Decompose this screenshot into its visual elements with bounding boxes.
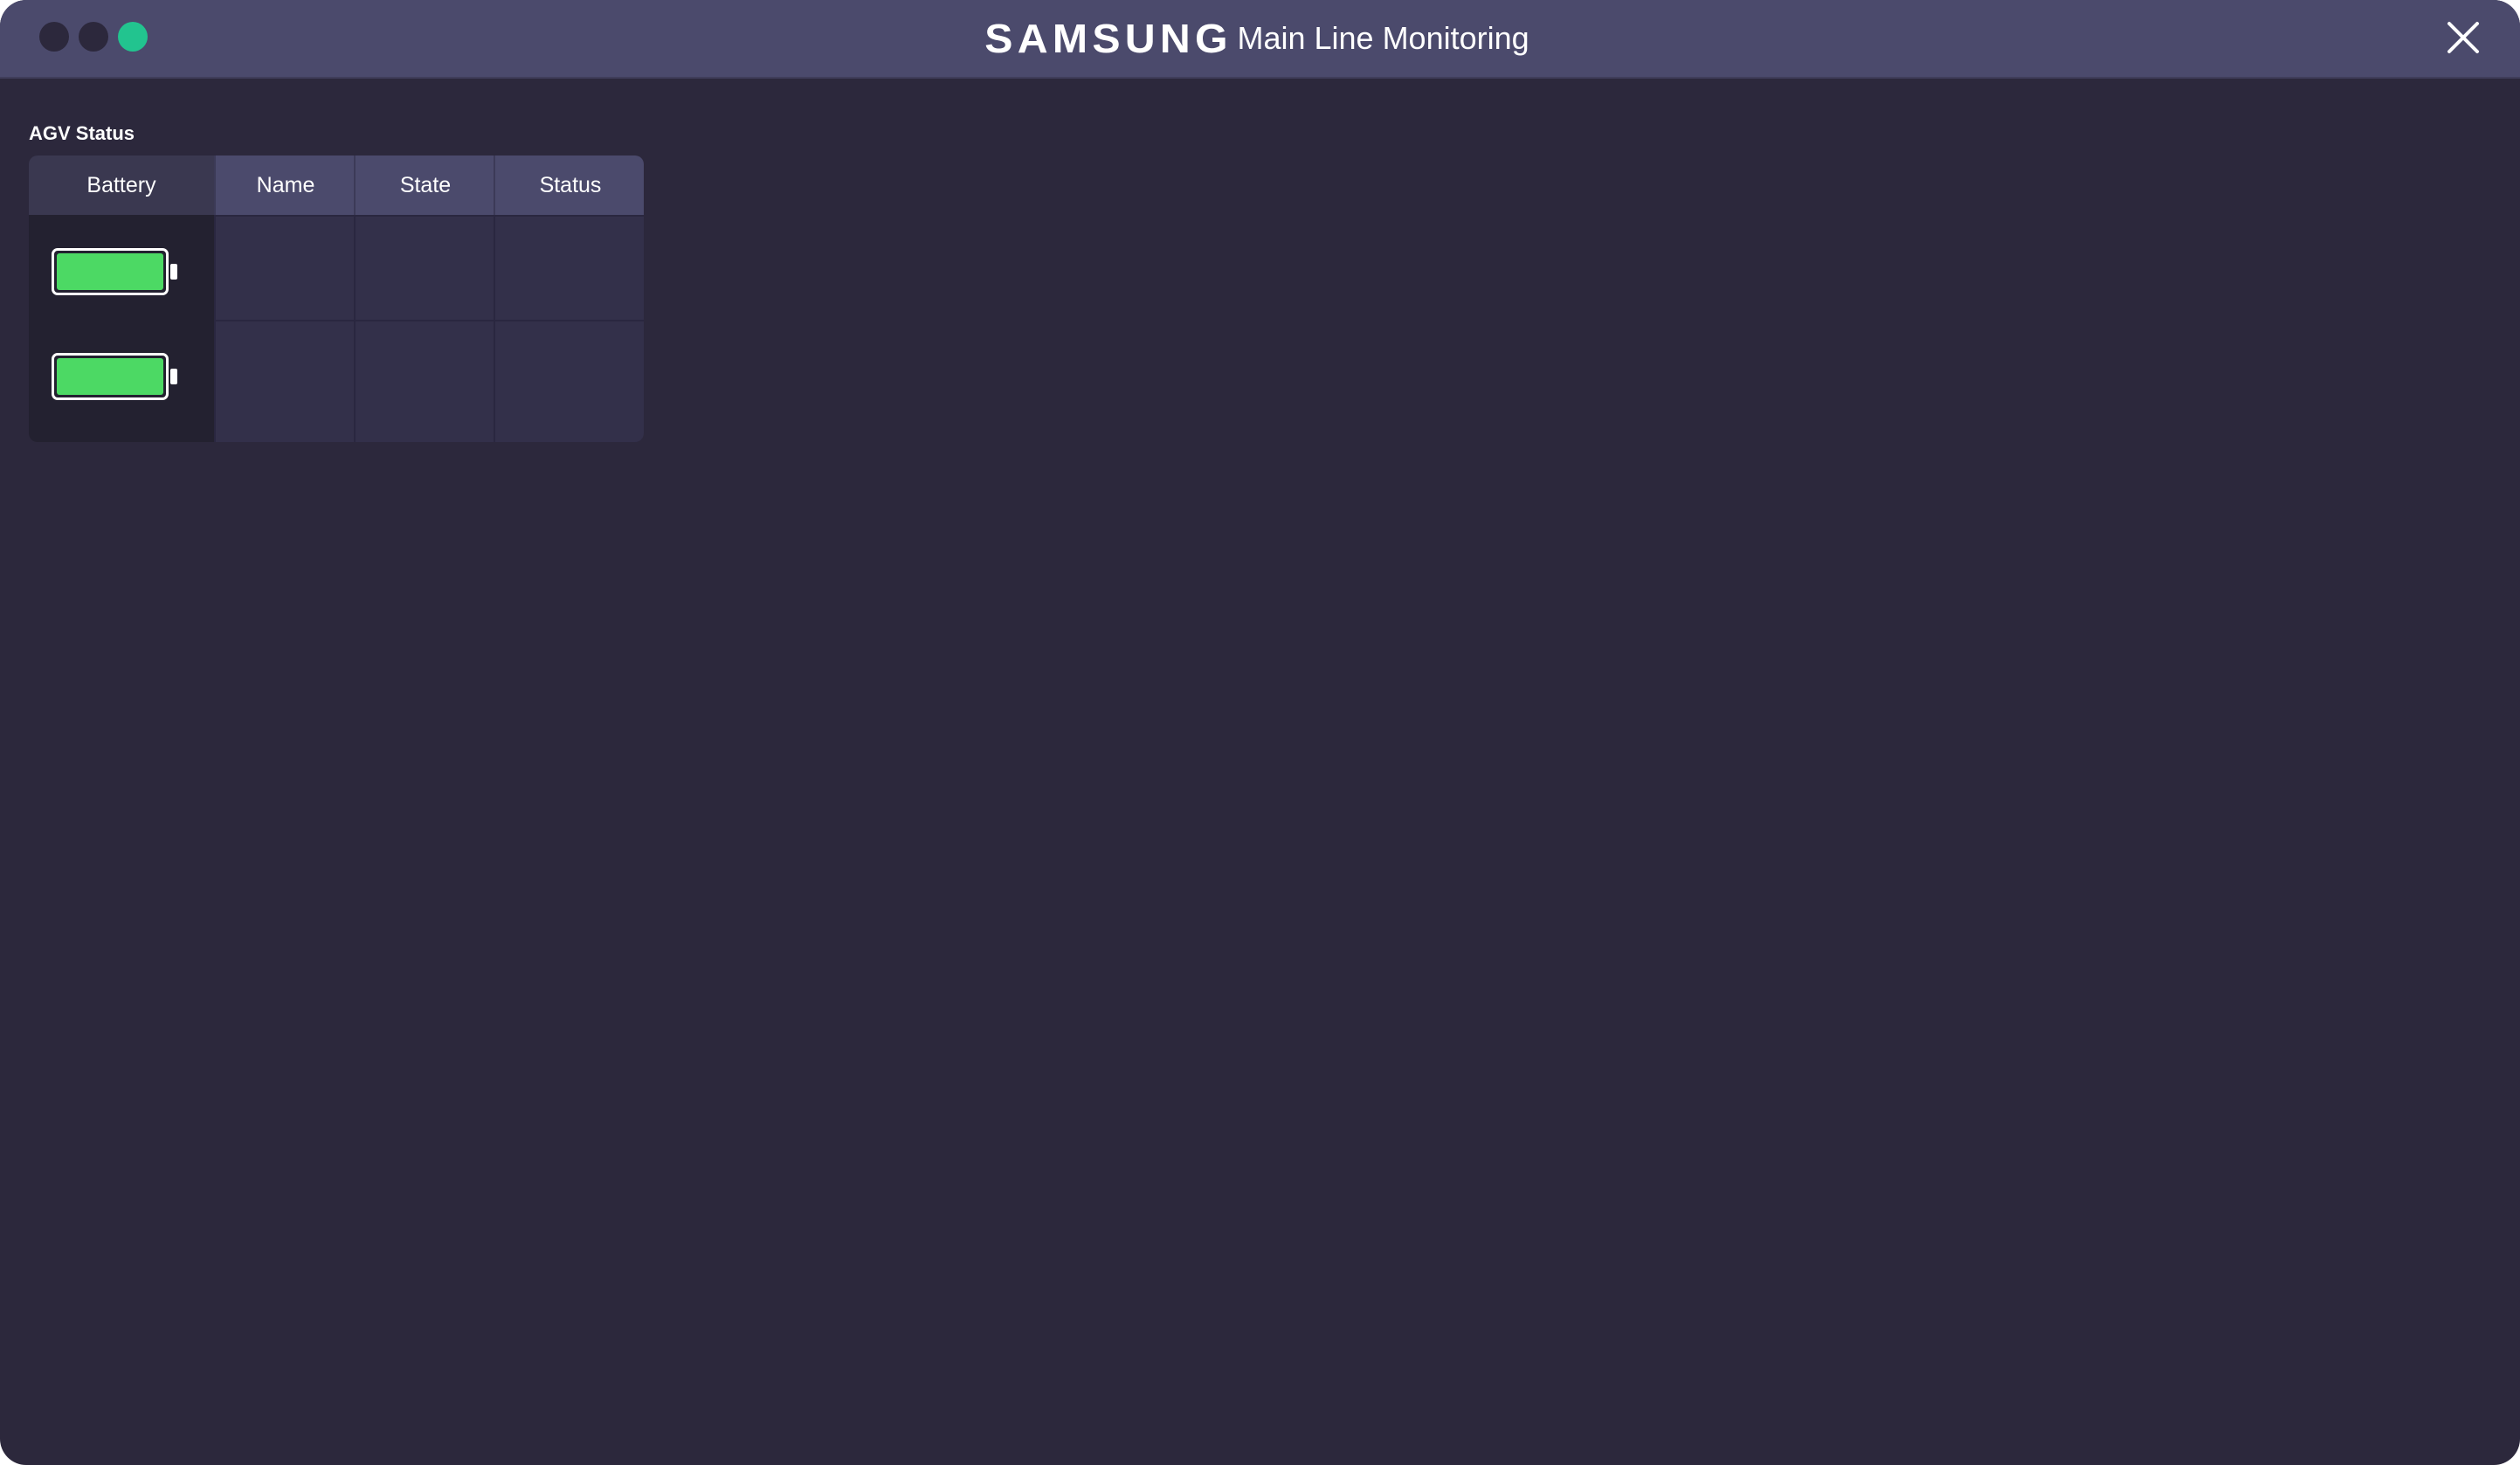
section-title: AGV Status [29,122,135,144]
battery-fill [57,358,163,395]
close-icon [2448,22,2479,53]
battery-terminal [170,264,177,280]
table-cell-state[interactable] [354,215,494,320]
table-cell-name[interactable] [214,215,354,320]
table-cell-name[interactable] [214,320,354,442]
agv-status-table: Battery Name State Status [29,155,644,442]
table-cell-status[interactable] [494,215,644,320]
battery-terminal [170,369,177,384]
column-header-name[interactable]: Name [214,155,356,215]
app-window: SAMSUNG Main Line Monitoring AGV Status … [0,0,2520,1465]
app-title: Main Line Monitoring [1237,20,1529,56]
brand-logo: SAMSUNG [984,16,1233,61]
title-bar: SAMSUNG Main Line Monitoring [0,0,2520,79]
close-button[interactable] [2441,16,2485,59]
window-title: SAMSUNG Main Line Monitoring [0,0,2520,77]
column-header-state[interactable]: State [354,155,495,215]
table-cell-status[interactable] [494,320,644,442]
battery-indicator [52,248,177,295]
battery-fill [57,253,163,290]
column-header-battery[interactable]: Battery [29,155,214,215]
battery-indicator [52,353,177,400]
column-header-status[interactable]: Status [494,155,644,215]
table-cell-state[interactable] [354,320,494,442]
